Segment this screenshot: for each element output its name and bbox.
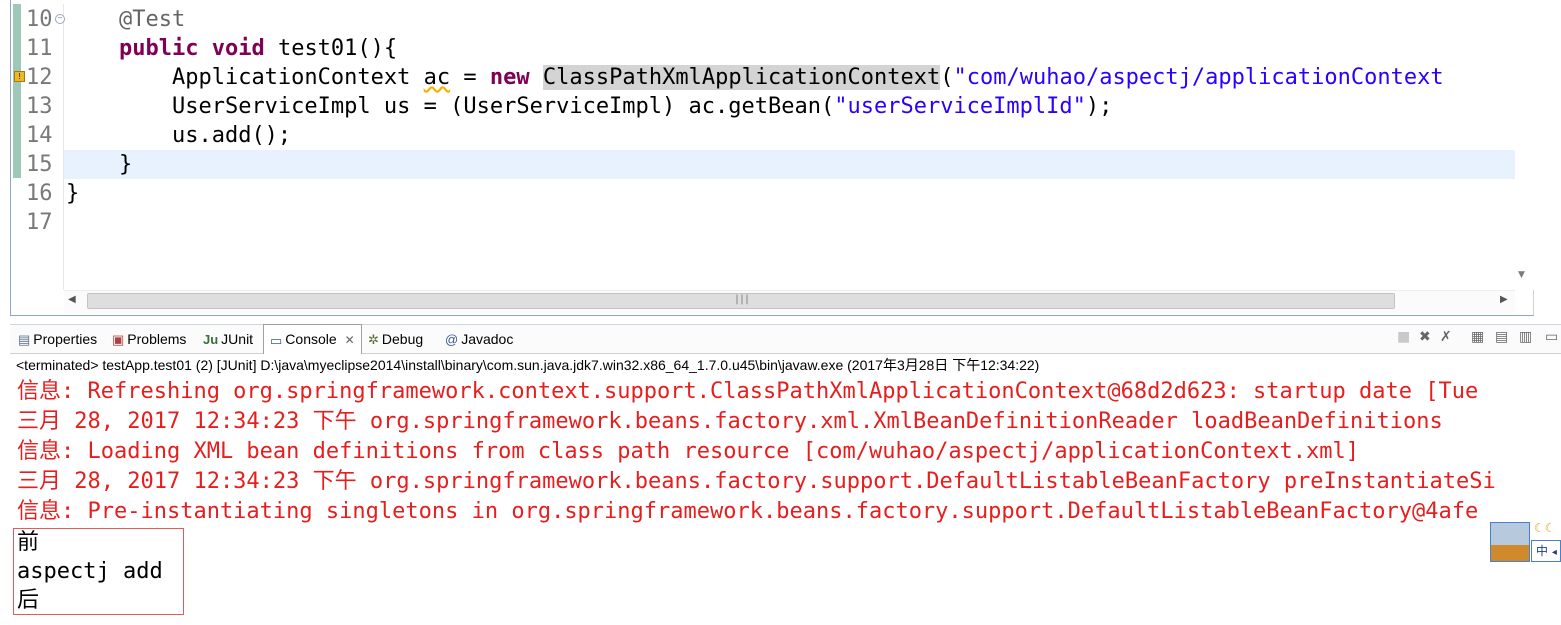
line-number: 11 xyxy=(26,36,53,61)
ime-label: 中 xyxy=(1536,544,1549,558)
tab-label: Javadoc xyxy=(461,331,514,347)
keyword-token: void xyxy=(211,36,265,61)
remove-all-icon[interactable]: ✗ xyxy=(1440,329,1452,345)
code-text: } xyxy=(66,181,80,206)
scroll-down-arrow-icon[interactable]: ▼ xyxy=(1518,270,1525,280)
scroll-right-arrow-icon[interactable]: ▶ xyxy=(1500,294,1508,305)
keyword-token: new xyxy=(489,65,530,90)
current-line-highlight xyxy=(64,150,1515,179)
console-icon: ▭ xyxy=(270,332,283,348)
debug-icon: ✲ xyxy=(368,332,379,348)
tab-label: Properties xyxy=(33,331,98,347)
code-text: = xyxy=(450,65,490,90)
minimize-icon[interactable]: ▭ xyxy=(1545,329,1558,345)
tab-label: Problems xyxy=(127,331,187,347)
line-number: 10 xyxy=(26,7,53,32)
scroll-grip-icon: ||| xyxy=(734,294,750,305)
code-text: } xyxy=(118,152,133,177)
code-line[interactable]: } xyxy=(66,179,79,208)
code-line[interactable]: ApplicationContext ac = new ClassPathXml… xyxy=(66,63,1444,92)
tab-label: JUnit xyxy=(221,331,254,347)
pin-icon[interactable]: ▤ xyxy=(1495,329,1508,345)
moon-icon: ☾☾ xyxy=(1534,521,1556,535)
terminate-icon[interactable]: ■ xyxy=(1397,329,1410,345)
line-number: 14 xyxy=(26,123,53,148)
code-text: UserServiceImpl us = (UserServiceImpl) a… xyxy=(171,94,835,119)
code-line[interactable]: } xyxy=(66,150,132,179)
keyword-token: public xyxy=(118,36,199,61)
properties-icon: ▤ xyxy=(18,332,31,348)
occurrence-highlight: ClassPathXmlApplicationContext xyxy=(542,65,941,90)
line-number: 12 xyxy=(26,65,53,90)
line-number: 16 xyxy=(26,181,53,206)
tab-label: Debug xyxy=(381,331,424,347)
ime-skin-icon[interactable] xyxy=(1490,522,1530,562)
string-literal: "com/wuhao/aspectj/applicationContext xyxy=(953,65,1444,90)
code-text: test01(){ xyxy=(264,36,398,61)
console-error-line: 信息: Refreshing org.springframework.conte… xyxy=(17,379,1479,404)
line-number: 17 xyxy=(26,210,53,235)
code-text: ApplicationContext xyxy=(171,65,424,90)
warning-marker-icon[interactable]: ! xyxy=(14,71,25,82)
vertical-scrollbar[interactable] xyxy=(1515,0,1534,290)
ime-language-toggle[interactable]: 中 ◂ xyxy=(1531,540,1561,562)
display-console-icon[interactable]: ▥ xyxy=(1519,329,1532,345)
tab-javadoc[interactable]: @ Javadoc xyxy=(445,326,513,352)
tab-label: Console xyxy=(285,331,337,347)
scroll-lock-icon[interactable]: ▦ xyxy=(1471,329,1484,345)
scroll-left-arrow-icon[interactable]: ◀ xyxy=(68,294,76,305)
string-literal: "userServiceImplId" xyxy=(834,94,1086,119)
console-error-line: 三月 28, 2017 12:34:23 下午 org.springframew… xyxy=(17,469,1496,494)
close-tab-icon[interactable]: ✕ xyxy=(345,333,355,347)
console-error-line: 信息: Pre-instantiating singletons in org.… xyxy=(17,499,1479,524)
tab-problems[interactable]: ▣ Problems xyxy=(112,326,186,352)
warned-variable: ac xyxy=(423,65,451,90)
console-error-line: 三月 28, 2017 12:34:23 下午 org.springframew… xyxy=(17,409,1443,434)
code-text: ); xyxy=(1085,94,1113,119)
problems-icon: ▣ xyxy=(112,332,125,348)
change-ruler xyxy=(13,4,21,178)
fold-toggle-icon[interactable]: − xyxy=(55,14,65,24)
line-number: 13 xyxy=(26,94,53,119)
code-line[interactable]: @Test xyxy=(66,5,185,34)
console-output-line: 后 xyxy=(17,588,40,613)
arrow-left-icon: ◂ xyxy=(1551,547,1557,558)
process-status-label: <terminated> testApp.test01 (2) [JUnit] … xyxy=(16,357,1040,373)
remove-launch-icon[interactable]: ✖ xyxy=(1419,329,1431,345)
annotation-token: @Test xyxy=(118,7,186,32)
code-line[interactable]: public void test01(){ xyxy=(66,34,397,63)
tab-console[interactable]: ▭ Console ✕ xyxy=(263,324,362,354)
code-line[interactable]: UserServiceImpl us = (UserServiceImpl) a… xyxy=(66,92,1112,121)
tab-properties[interactable]: ▤ Properties xyxy=(18,326,97,352)
code-text: ( xyxy=(940,65,954,90)
tab-junit[interactable]: Ju JUnit xyxy=(203,326,253,352)
junit-icon: Ju xyxy=(203,332,219,348)
line-number: 15 xyxy=(26,152,53,177)
tab-debug[interactable]: ✲ Debug xyxy=(368,326,423,352)
code-text: us.add(); xyxy=(171,123,292,148)
code-line[interactable]: us.add(); xyxy=(66,121,291,150)
console-error-line: 信息: Loading XML bean definitions from cl… xyxy=(17,439,1360,464)
console-output-line: aspectj add xyxy=(17,559,163,584)
console-output-line: 前 xyxy=(17,530,40,555)
javadoc-icon: @ xyxy=(445,332,459,348)
